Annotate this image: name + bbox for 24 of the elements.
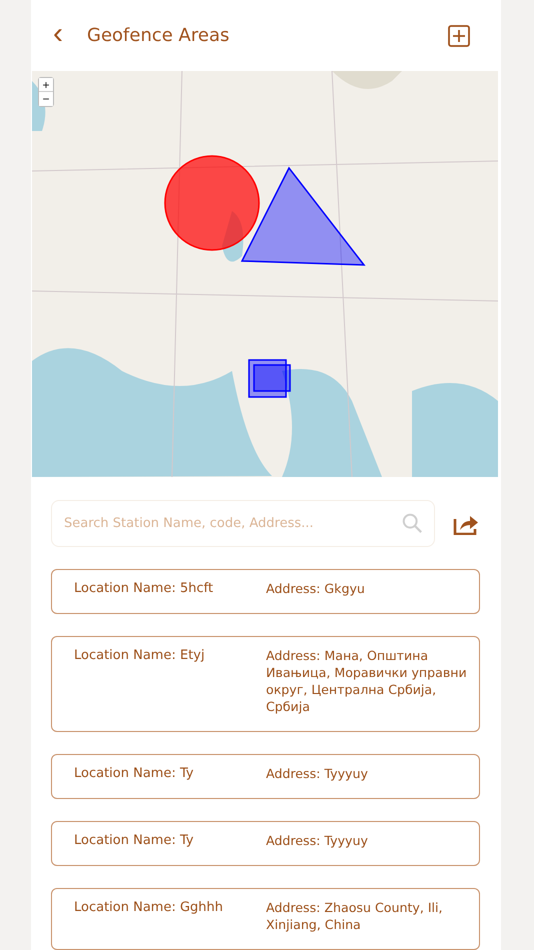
location-card[interactable]: Location Name: Ty Address: Tyyyuy <box>51 754 480 799</box>
back-button[interactable]: ‹ <box>47 18 69 48</box>
location-name: Location Name: Etyj <box>74 647 206 665</box>
location-address: Address: Zhaosu County, Ili, Xinjiang, China <box>266 899 444 934</box>
location-name: Location Name: Ty <box>74 832 195 850</box>
zoom-in-button[interactable]: + <box>39 78 53 92</box>
location-name: Location Name: Ty <box>74 765 195 783</box>
search-field[interactable]: Search Station Name, code, Address... <box>51 500 435 547</box>
location-address: Address: Tyyyuy <box>266 765 369 783</box>
location-card[interactable]: Location Name: 5hcft Address: Gkgyu <box>51 569 480 614</box>
page-title: Geofence Areas <box>87 25 230 46</box>
location-card[interactable]: Location Name: Ty Address: Tyyyuy <box>51 821 480 866</box>
location-address: Address: Tyyyuy <box>266 832 369 850</box>
triangle-geofence[interactable] <box>240 166 366 266</box>
add-icon[interactable] <box>448 24 470 46</box>
location-name: Location Name: Gghhh <box>74 899 224 917</box>
circle-geofence[interactable] <box>164 155 260 251</box>
location-card[interactable]: Location Name: Gghhh Address: Zhaosu County, Ili, Xinjiang, China <box>51 888 480 950</box>
rectangle-geofence[interactable] <box>253 364 291 392</box>
rectangle-geofence[interactable] <box>248 359 287 398</box>
location-address: Address: Gkgyu <box>266 580 366 598</box>
location-address: Address: Мана, Општина Ивањица, Моравички управни округ, Централна Србија, Србија <box>266 647 468 716</box>
location-name: Location Name: 5hcft <box>74 580 214 598</box>
location-card[interactable]: Location Name: Etyj Address: Мана, Општина Ивањица, Моравички управни округ, Централна Србија, Србија <box>51 636 480 732</box>
